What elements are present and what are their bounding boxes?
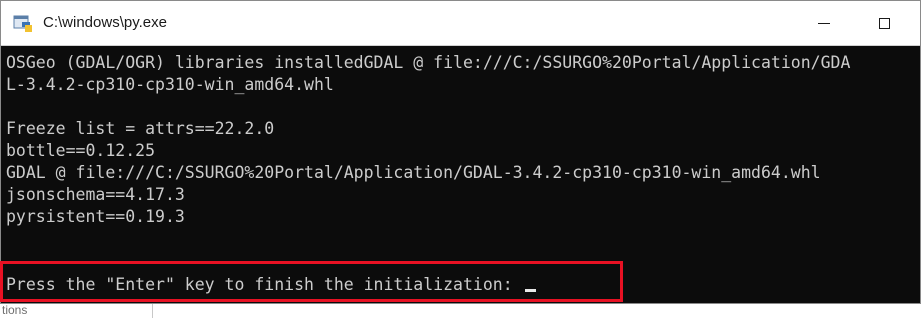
console-line: OSGeo (GDAL/OGR) libraries installedGDAL… <box>6 53 851 72</box>
python-launcher-icon <box>13 15 32 32</box>
console-line: L-3.4.2-cp310-cp310-win_amd64.whl <box>6 75 334 94</box>
console-window: C:\windows\py.exe OSGeo (GDAL/OGR) libra… <box>0 0 921 304</box>
console-prompt: Press the "Enter" key to finish the init… <box>6 275 523 294</box>
maximize-icon <box>878 17 890 29</box>
background-strip <box>0 304 921 318</box>
minimize-icon <box>818 22 830 24</box>
console-line: jsonschema==4.17.3 <box>6 185 185 204</box>
console-line: pyrsistent==0.19.3 <box>6 207 185 226</box>
background-text: tions <box>2 303 28 317</box>
minimize-button[interactable] <box>801 1 847 45</box>
background-divider <box>152 304 153 318</box>
title-bar[interactable]: C:\windows\py.exe <box>1 1 920 46</box>
text-cursor <box>524 289 536 292</box>
console-line: Freeze list = attrs==22.2.0 <box>6 119 275 138</box>
console-output[interactable]: OSGeo (GDAL/OGR) libraries installedGDAL… <box>1 46 920 303</box>
window-title: C:\windows\py.exe <box>43 14 167 31</box>
console-line: bottle==0.12.25 <box>6 141 156 160</box>
maximize-button[interactable] <box>861 1 907 45</box>
console-prompt-line: Press the "Enter" key to finish the init… <box>6 274 536 296</box>
console-line: GDAL @ file:///C:/SSURGO%20Portal/Applic… <box>6 163 821 182</box>
